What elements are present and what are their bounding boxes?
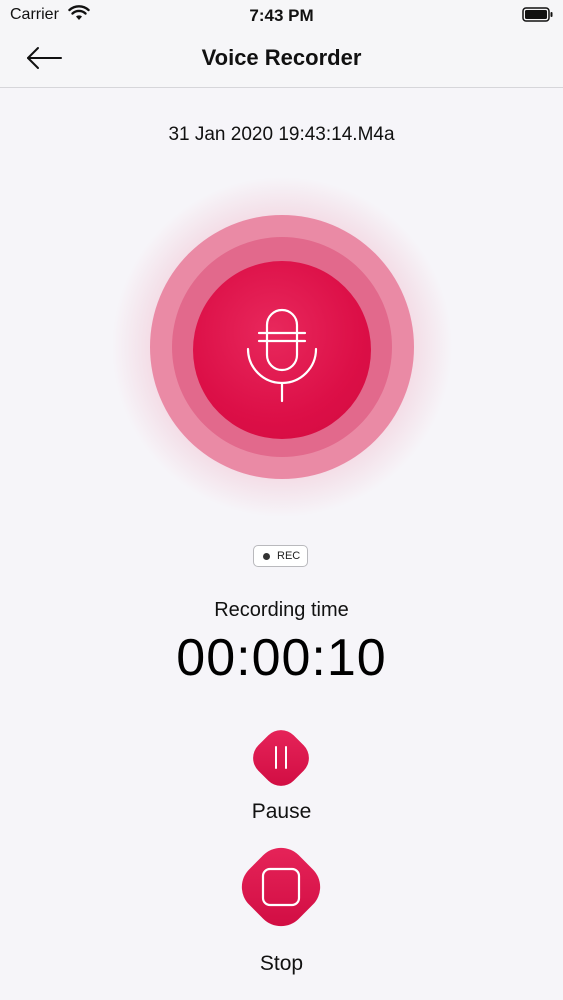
microphone-button[interactable] — [193, 261, 371, 439]
record-dot-icon — [263, 553, 270, 560]
status-time: 7:43 PM — [249, 6, 314, 25]
pause-icon — [253, 730, 309, 786]
recording-file-name: 31 Jan 2020 19:43:14.M4a — [168, 124, 395, 145]
stop-label: Stop — [259, 952, 304, 975]
rec-badge-label: REC — [277, 550, 301, 562]
pause-label: Pause — [251, 800, 312, 823]
battery-icon — [522, 7, 554, 28]
record-button-area — [110, 175, 454, 519]
recording-time-label: Recording time — [214, 599, 349, 621]
pause-button[interactable] — [246, 723, 316, 793]
recording-timer: 00:00:10 — [176, 629, 387, 687]
page-title: Voice Recorder — [201, 45, 362, 70]
stop-icon — [241, 847, 321, 927]
microphone-icon — [246, 308, 318, 403]
status-bar: Carrier 7:43 PM — [0, 0, 563, 30]
stop-button[interactable] — [232, 838, 330, 936]
navigation-bar: Voice Recorder — [0, 30, 563, 88]
rec-status-badge: REC — [253, 545, 308, 567]
